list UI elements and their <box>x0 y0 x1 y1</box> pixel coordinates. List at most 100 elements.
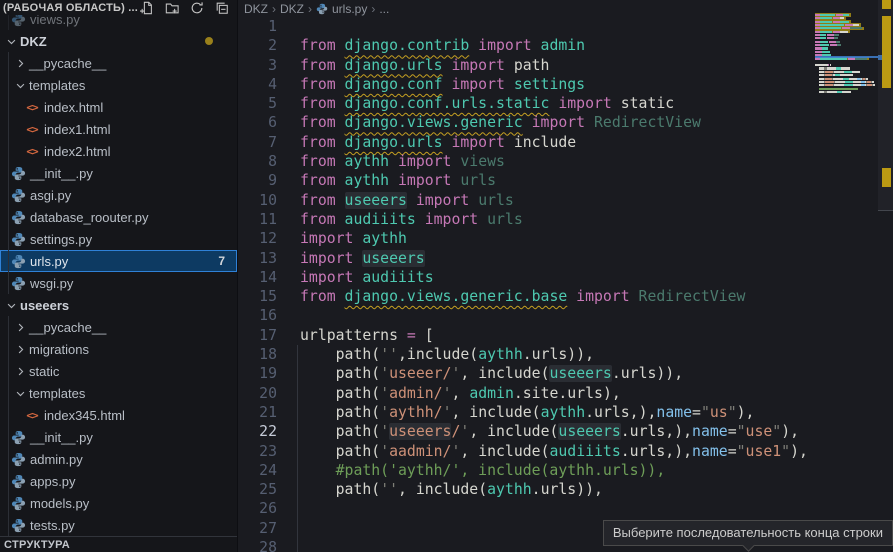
code-line[interactable]: 24 #path('aythh/', include(aythh.urls)), <box>238 461 815 480</box>
explorer-section-header[interactable]: (РАБОЧАЯ ОБЛАСТЬ) ... <box>0 0 237 15</box>
breadcrumb-item-symbol[interactable]: ... <box>379 2 389 16</box>
code-token: name <box>656 404 692 421</box>
new-file-icon[interactable] <box>140 1 154 15</box>
code-line[interactable]: 25 path('', include(aythh.urls)), <box>238 480 815 499</box>
code-line[interactable]: 21 path('aythh/', include(aythh.urls,),n… <box>238 403 815 422</box>
tree-file-__init__.py[interactable]: __init__.py <box>0 426 237 448</box>
line-content: from django.contrib import admin <box>300 36 585 55</box>
code-token: " <box>737 443 746 460</box>
code-token: path( <box>300 481 380 498</box>
code-token: #path('aythh/', include(aythh.urls)), <box>300 462 665 479</box>
code-line[interactable]: 15from django.views.generic.base import … <box>238 287 815 306</box>
code-line[interactable]: 6from django.views.generic import Redire… <box>238 113 815 132</box>
outline-section-header[interactable]: СТРУКТУРА <box>0 536 237 552</box>
code-token: name <box>692 423 728 440</box>
tree-file-asgi.py[interactable]: asgi.py <box>0 184 237 206</box>
tree-file-index1.html[interactable]: <>index1.html <box>0 118 237 140</box>
tree-folder-__pycache__[interactable]: __pycache__ <box>0 316 237 338</box>
breadcrumb-item-folder[interactable]: DKZ <box>280 2 304 16</box>
line-number: 5 <box>238 94 277 113</box>
code-token: audiiits <box>345 211 416 228</box>
code-token: useeers <box>389 423 451 440</box>
breadcrumb-item-file[interactable]: urls.py <box>332 2 367 16</box>
scrollbar[interactable] <box>878 0 893 552</box>
tree-folder-useeers[interactable]: useeers <box>0 294 237 316</box>
code-token: ' <box>460 423 469 440</box>
code-line[interactable]: 9from aythh import urls <box>238 171 815 190</box>
code-line[interactable]: 22 path('useeers/', include(useeers.urls… <box>238 422 815 441</box>
tree-folder-templates[interactable]: templates <box>0 382 237 404</box>
tree-file-tests.py[interactable]: tests.py <box>0 514 237 536</box>
code-line[interactable]: 7from django.urls import include <box>238 133 815 152</box>
line-number: 3 <box>238 56 277 75</box>
code-line[interactable]: 23 path('aadmin/', include(audiiits.urls… <box>238 442 815 461</box>
new-folder-icon[interactable] <box>165 1 179 15</box>
code-line[interactable]: 4from django.conf import settings <box>238 75 815 94</box>
tree-file-admin.py[interactable]: admin.py <box>0 448 237 470</box>
tree-folder-migrations[interactable]: migrations <box>0 338 237 360</box>
line-number: 13 <box>238 249 277 268</box>
code-line[interactable]: 2from django.contrib import admin <box>238 36 815 55</box>
code-token: useeers <box>558 423 620 440</box>
code-token: us <box>710 404 728 421</box>
tree-folder-__pycache__[interactable]: __pycache__ <box>0 52 237 74</box>
code-line[interactable]: 5from django.conf.urls.static import sta… <box>238 94 815 113</box>
python-icon <box>10 496 26 511</box>
file-tree: views.pyDKZ__pycache__templates<>index.h… <box>0 14 237 537</box>
chevron-down-icon <box>13 388 27 399</box>
code-token: path( <box>300 423 380 440</box>
code-line[interactable]: 14import audiiits <box>238 268 815 287</box>
tree-file-index345.html[interactable]: <>index345.html <box>0 404 237 426</box>
breadcrumb-item-folder[interactable]: DKZ <box>244 2 268 16</box>
code-line[interactable]: 11from audiiits import urls <box>238 210 815 229</box>
code-token: ), <box>737 404 755 421</box>
line-number: 23 <box>238 442 277 461</box>
code-line[interactable]: 19 path('useeer/', include(useeers.urls)… <box>238 364 815 383</box>
tree-file-wsgi.py[interactable]: wsgi.py <box>0 272 237 294</box>
code-token: aythh/ <box>389 404 442 421</box>
code-line[interactable]: 10from useeers import urls <box>238 191 815 210</box>
code-token: , include( <box>469 423 558 440</box>
code-line[interactable]: 1 <box>238 17 815 36</box>
tree-file-index2.html[interactable]: <>index2.html <box>0 140 237 162</box>
tree-file-views.py[interactable]: views.py <box>0 14 237 30</box>
tree-file-apps.py[interactable]: apps.py <box>0 470 237 492</box>
line-number: 1 <box>238 17 277 36</box>
code-line[interactable]: 26 <box>238 499 815 518</box>
code-line[interactable]: 16 <box>238 306 815 325</box>
code-line[interactable]: 20 path('admin/', admin.site.urls), <box>238 384 815 403</box>
tree-folder-templates[interactable]: templates <box>0 74 237 96</box>
tree-file-settings.py[interactable]: settings.py <box>0 228 237 250</box>
tree-file-models.py[interactable]: models.py <box>0 492 237 514</box>
collapse-all-icon[interactable] <box>215 1 229 15</box>
warning-mark <box>882 16 891 88</box>
tree-file-__init__.py[interactable]: __init__.py <box>0 162 237 184</box>
code-area[interactable]: 12from django.contrib import admin3from … <box>238 17 815 552</box>
code-line[interactable]: 13import useeers <box>238 249 815 268</box>
tree-folder-static[interactable]: static <box>0 360 237 382</box>
chevron-down-icon <box>13 80 27 91</box>
file-label: urls.py <box>30 254 68 269</box>
tree-file-urls.py[interactable]: urls.py7 <box>0 250 237 272</box>
code-token: django.urls <box>345 134 443 151</box>
tree-file-database_roouter.py[interactable]: database_roouter.py <box>0 206 237 228</box>
minimap-line <box>815 90 851 93</box>
code-line[interactable]: 18 path('',include(aythh.urls)), <box>238 345 815 364</box>
file-label: index2.html <box>44 144 110 159</box>
line-content: from audiiits import urls <box>300 210 523 229</box>
minimap[interactable] <box>815 10 878 104</box>
html-icon: <> <box>24 100 40 115</box>
folder-label: useeers <box>20 298 69 313</box>
code-line[interactable]: 17urlpatterns = [ <box>238 326 815 345</box>
code-line[interactable]: 3from django.urls import path <box>238 56 815 75</box>
folder-label: DKZ <box>20 34 47 49</box>
indent-guide <box>297 345 298 364</box>
code-token: ' <box>380 365 389 382</box>
refresh-icon[interactable] <box>190 1 204 15</box>
code-line[interactable]: 8from aythh import views <box>238 152 815 171</box>
code-line[interactable]: 12import aythh <box>238 229 815 248</box>
python-icon <box>10 188 26 203</box>
tree-file-index.html[interactable]: <>index.html <box>0 96 237 118</box>
tree-folder-DKZ[interactable]: DKZ <box>0 30 237 52</box>
line-content: from django.urls import include <box>300 133 576 152</box>
